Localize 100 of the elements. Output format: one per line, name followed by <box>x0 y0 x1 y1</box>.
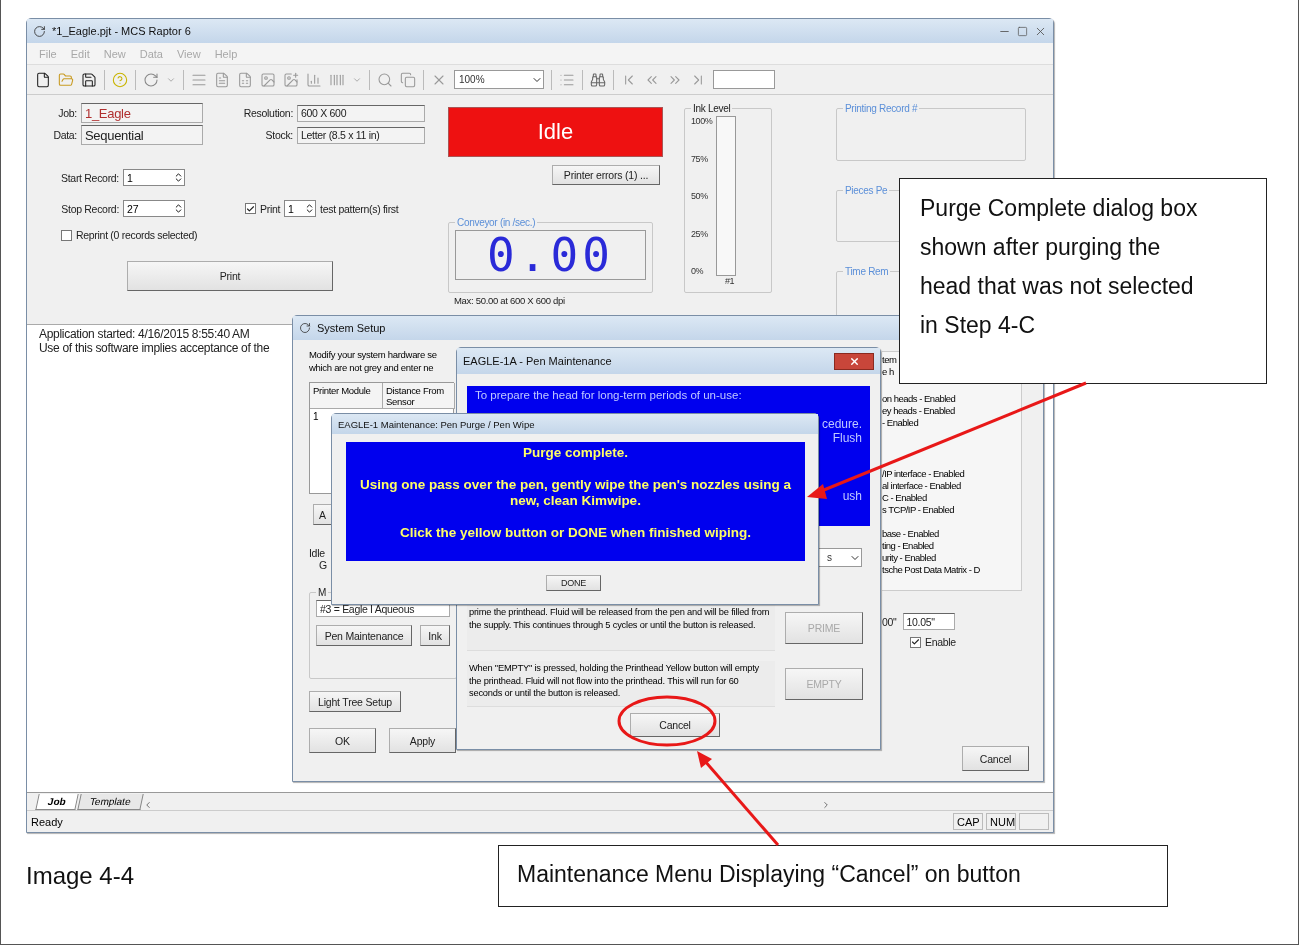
callout-text: Maintenance Menu Displaying “Cancel” on button <box>498 845 1168 907</box>
message-text: Purge complete. <box>522 445 629 461</box>
close-button[interactable] <box>834 352 874 370</box>
print-button[interactable]: Print <box>127 261 333 291</box>
checkbox-label: Print <box>260 202 281 215</box>
checkbox[interactable] <box>61 229 72 241</box>
spin-field[interactable]: 1 <box>284 200 317 217</box>
figure-caption: Image 4-4 <box>26 862 135 890</box>
scroll-right-icon[interactable] <box>821 800 831 810</box>
mode-dropdown[interactable]: s <box>817 548 862 567</box>
checkbox[interactable] <box>910 636 921 648</box>
field-label: Start Record: <box>60 171 119 184</box>
message-text: Click the yellow button or DONE when finished wiping. <box>399 525 752 541</box>
app-icon[interactable] <box>299 322 311 334</box>
pen-maintenance-button[interactable]: Pen Maintenance <box>316 625 412 646</box>
max-speed-label: Max: 50.00 at 600 X 600 dpi <box>454 295 566 306</box>
spinner-arrows-icon[interactable] <box>173 172 184 183</box>
status-text: Ready <box>31 815 64 828</box>
tick-label: 25% <box>691 228 709 239</box>
instruction-text: prime the printhead. Fluid will be released from the pen and will be filled from the supply. This continues through 5 cycles or until the button is released. <box>467 605 775 651</box>
close-icon <box>848 355 860 367</box>
feature-item: /IP interface - Enabled <box>882 468 966 480</box>
field-label: Job: <box>57 107 77 119</box>
window-title: *1_Eagle.pjt - MCS Raptor 6 <box>52 25 191 37</box>
info-text: cedure. <box>821 417 862 431</box>
log-line: Application started: 4/16/2015 8:55:40 AM <box>39 327 250 341</box>
spinner-arrows-icon[interactable] <box>173 203 184 214</box>
cancel-button[interactable]: Cancel <box>962 746 1029 771</box>
field-label: Stock: <box>264 129 293 141</box>
ink-button[interactable]: Ink <box>420 625 450 646</box>
cancel-button[interactable]: Cancel <box>630 713 720 737</box>
bar-chart-icon[interactable] <box>306 71 322 88</box>
setup-button[interactable]: A <box>313 504 333 525</box>
checkbox[interactable] <box>245 203 256 214</box>
state-label: Idle <box>309 547 326 559</box>
status-pane <box>1019 813 1049 830</box>
feature-item: - Enabled <box>882 417 920 429</box>
distance-field[interactable]: 10.05" <box>902 613 955 630</box>
check-icon <box>911 637 920 647</box>
zoom-dropdown[interactable]: 100% <box>454 70 544 89</box>
open-folder-icon[interactable] <box>58 71 74 88</box>
field-label: G <box>319 559 328 571</box>
feature-item: urity - Enabled <box>882 552 937 564</box>
info-text: To prepare the head for long-term periods of un-use: <box>475 389 743 401</box>
instruction-text: which are not grey and enter ne <box>309 361 435 374</box>
save-icon[interactable] <box>81 71 97 88</box>
spin-field[interactable]: 27 <box>123 200 185 217</box>
help-icon[interactable] <box>112 71 128 88</box>
document-icon[interactable] <box>214 71 230 88</box>
conveyor-speed-reading: 0.00 <box>455 230 646 280</box>
field-label: test pattern(s) first <box>320 202 399 215</box>
group-title: Pieces Pe <box>844 184 889 196</box>
checkbox-label: Enable <box>925 636 956 648</box>
callout-text: Purge Complete dialog box shown after purging the head that was not selected in Step 4-C <box>899 178 1267 384</box>
group-title: Ink Level <box>692 103 732 114</box>
status-indicator: NUM <box>986 813 1016 830</box>
new-file-icon[interactable] <box>35 71 51 88</box>
record-field[interactable] <box>713 70 775 89</box>
feature-item: e h <box>882 366 895 378</box>
image-plus-icon[interactable] <box>283 71 299 88</box>
maximize-icon[interactable] <box>1017 25 1028 37</box>
checkbox-label: Reprint (0 records selected) <box>76 229 198 241</box>
light-tree-button[interactable]: Light Tree Setup <box>309 691 401 712</box>
apply-button[interactable]: Apply <box>389 728 456 753</box>
done-button[interactable]: DONE <box>546 575 601 591</box>
group-title: Conveyor (in /sec.) <box>456 217 537 228</box>
group-title: Printing Record # <box>844 103 919 114</box>
feature-item: ting - Enabled <box>882 540 935 552</box>
printer-errors-button[interactable]: Printer errors (1) ... <box>552 165 660 185</box>
status-indicator: Idle <box>448 107 663 157</box>
head-label: #1 <box>725 276 735 286</box>
column-header: Distance From Sensor <box>383 383 455 409</box>
refresh-icon[interactable] <box>143 71 159 88</box>
instruction-text: When "EMPTY" is pressed, holding the Printhead Yellow button will empty the printhead. Fluid will not flow into the printhead. This will run for 60 seconds or until the button is released. <box>467 661 775 707</box>
field-label: 00" <box>882 615 897 628</box>
search-icon[interactable] <box>377 71 393 88</box>
copy-icon[interactable] <box>400 71 416 88</box>
field-label: Stop Record: <box>60 202 119 215</box>
status-indicator: CAP <box>953 813 983 830</box>
job-field[interactable]: 1_Eagle <box>81 103 203 123</box>
field-label: Data: <box>52 129 77 141</box>
sheet-tab[interactable]: Job <box>35 794 79 810</box>
spreadsheet-icon[interactable] <box>237 71 253 88</box>
binoculars-icon[interactable] <box>590 71 606 88</box>
dialog-title: EAGLE-1 Maintenance: Pen Purge / Pen Wipe <box>338 418 535 430</box>
message-text: Using one pass over the pen, gently wipe the pen's nozzles using a new, clean Kimwipe. <box>359 477 792 509</box>
group-title: M <box>317 587 328 598</box>
tick-label: 75% <box>691 153 709 164</box>
sheet-tab[interactable]: Template <box>77 794 144 810</box>
tick-label: 50% <box>691 191 709 201</box>
feature-item: on heads - Enabled <box>882 393 957 405</box>
spin-field[interactable]: 1 <box>123 169 185 186</box>
data-field[interactable]: Sequential <box>81 125 203 145</box>
image-icon[interactable] <box>260 71 276 88</box>
tick-label: 0% <box>691 266 705 276</box>
feature-item: s TCP/IP - Enabled <box>882 504 955 516</box>
app-icon[interactable] <box>33 24 46 38</box>
group-title: Time Rem <box>844 266 890 278</box>
stock-field: Letter (8.5 x 11 in) <box>297 126 425 144</box>
ok-button[interactable]: OK <box>309 728 376 753</box>
